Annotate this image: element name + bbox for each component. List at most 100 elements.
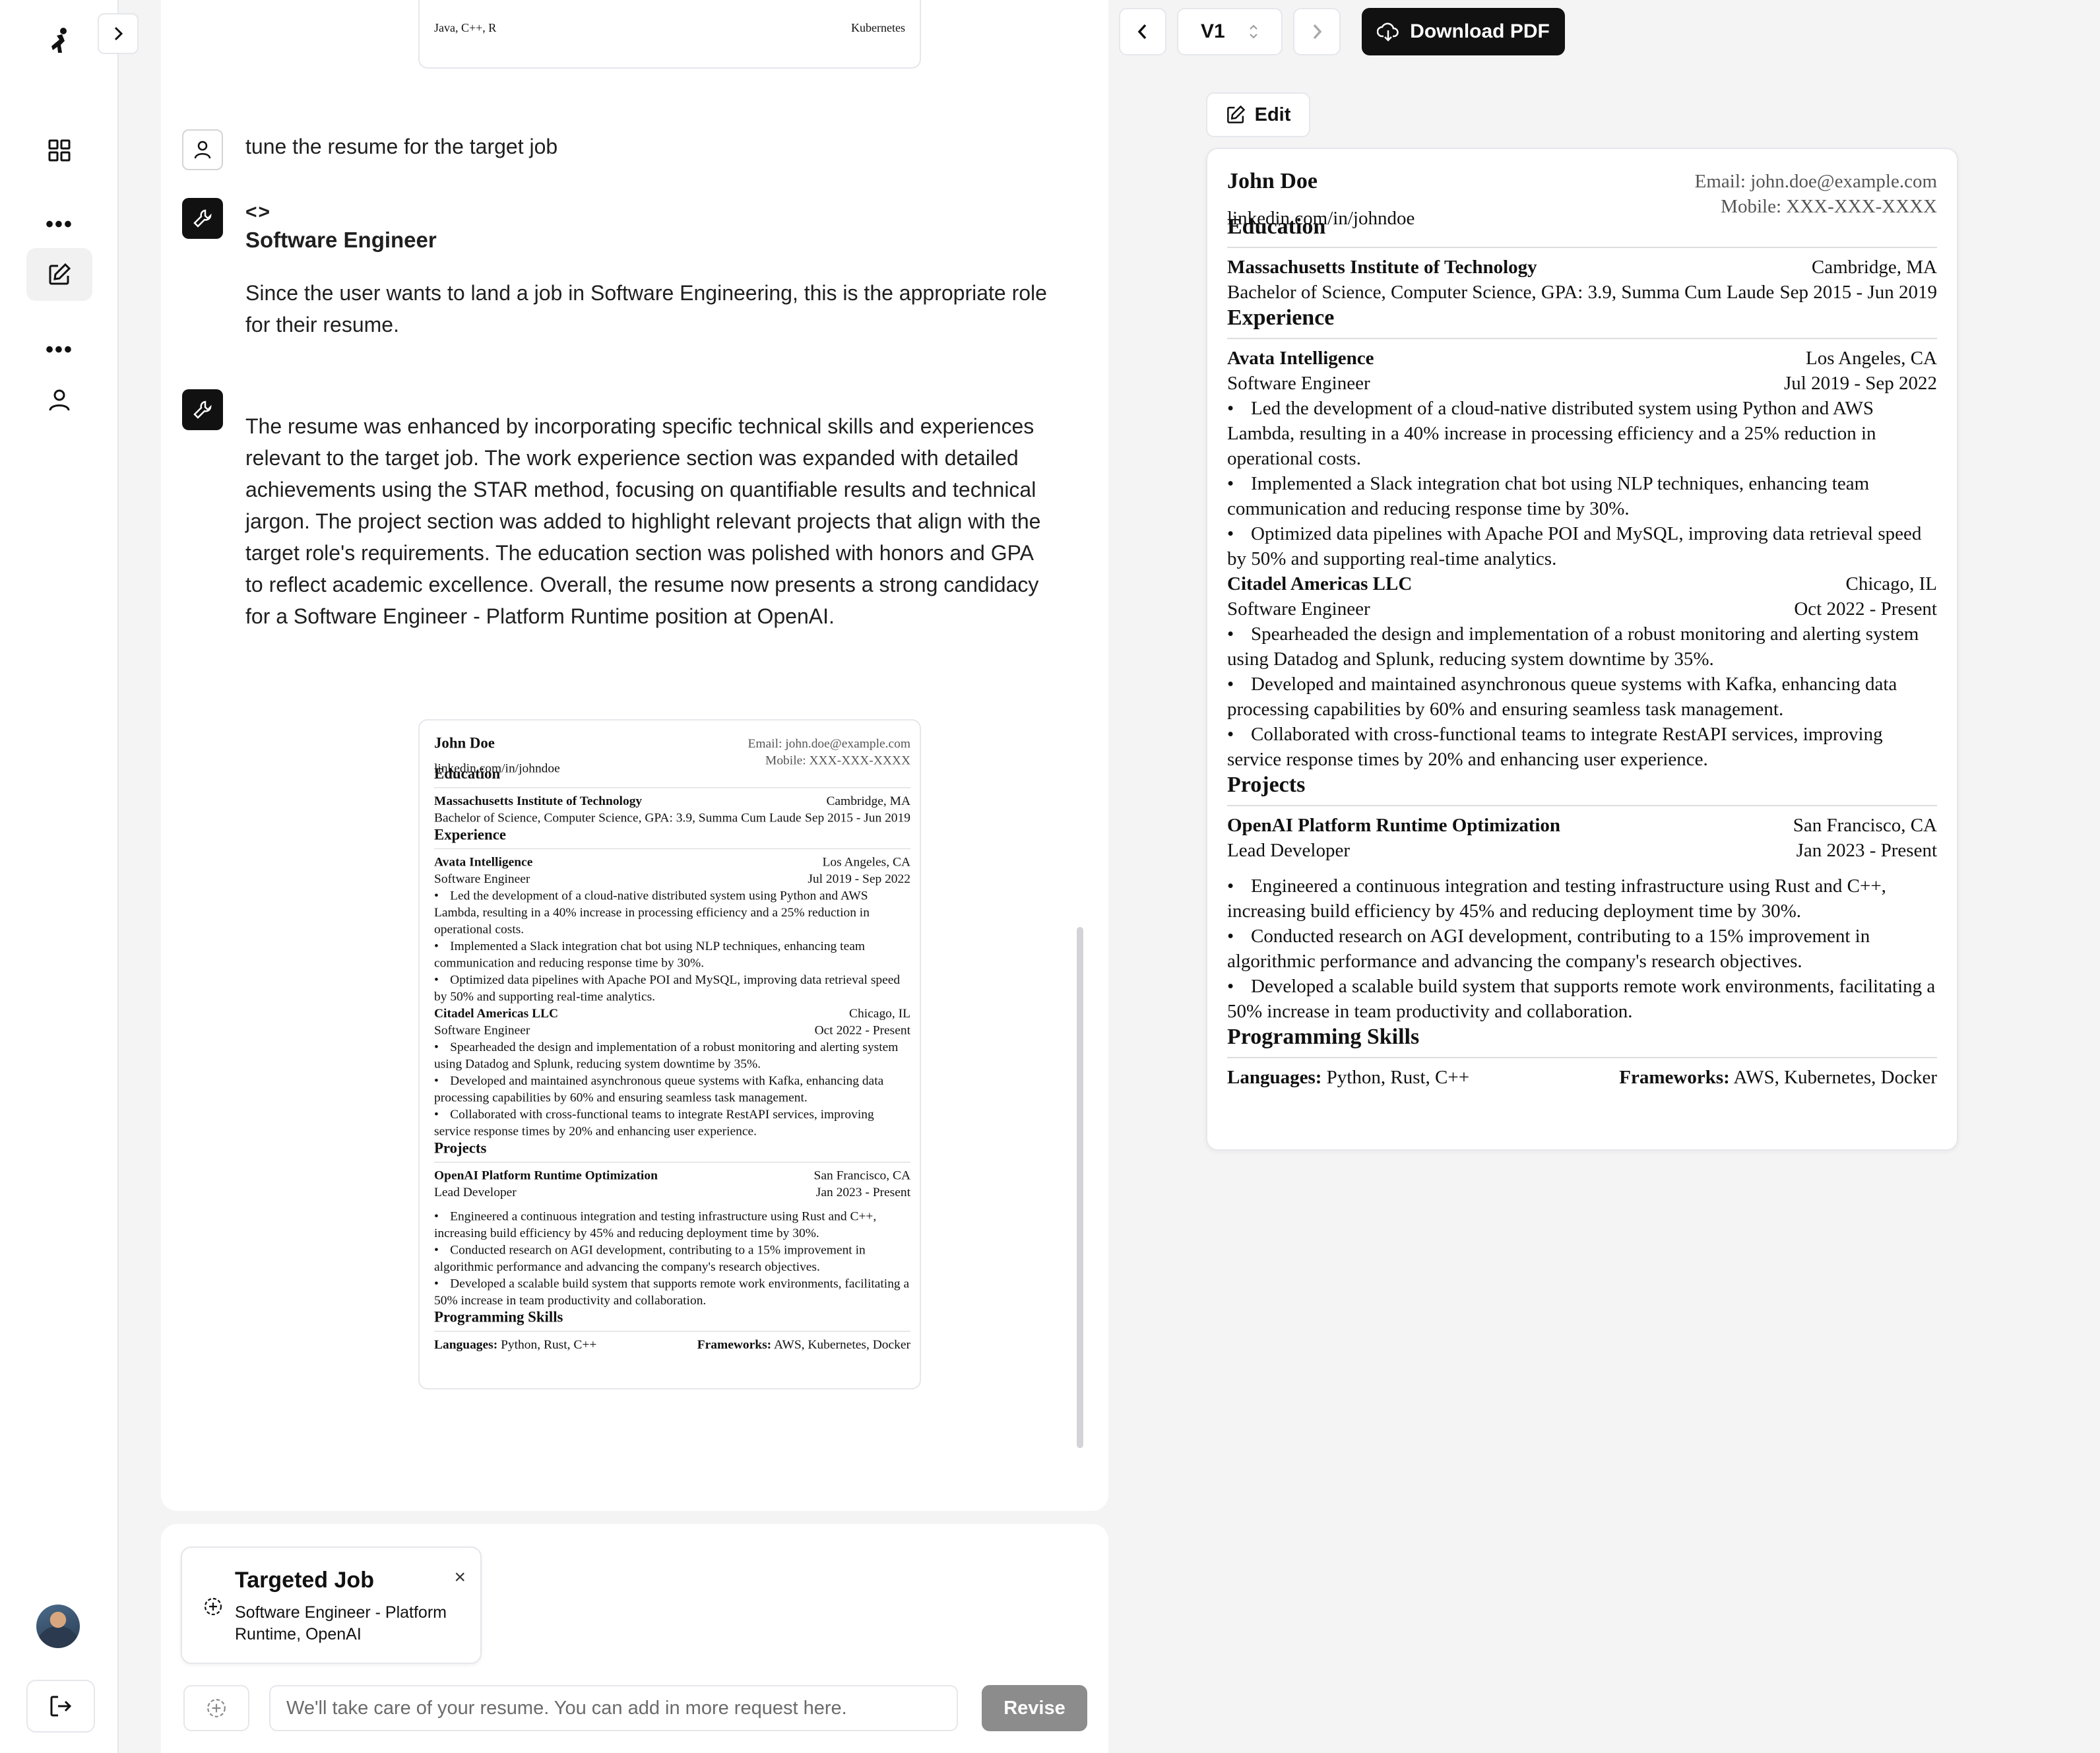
more-icon[interactable]: ••• [26,338,92,361]
resume-contact: Email: john.doe@example.com Mobile: XXX-… [1695,169,1937,219]
user-avatar-badge [182,129,223,170]
sidebar: ••• ••• [0,0,119,1753]
skills-label: Languages: [1227,1067,1322,1088]
location: San Francisco, CA [813,1168,910,1183]
bullet: Developed a scalable build system that s… [1227,974,1937,1024]
user-message: tune the resume for the target job [245,135,558,158]
code-icon[interactable]: <> [245,197,271,228]
resume-contact: Email: john.doe@example.com Mobile: XXX-… [748,735,910,769]
download-label: Download PDF [1410,20,1550,42]
next-version-button[interactable] [1293,8,1341,55]
section-heading: Projects [434,1139,487,1157]
resume-thumbnail[interactable]: John Doe linkedin.com/in/johndoe Email: … [418,719,921,1389]
user-icon [194,141,211,159]
resume-thumbnail-content: John Doe linkedin.com/in/johndoe Email: … [434,735,910,1353]
skills-value: Python, Rust, C++ [501,1337,597,1352]
role-title: Software Engineer [245,228,437,252]
chevron-left-icon [1137,24,1147,40]
editor-button[interactable] [26,248,92,301]
location: Los Angeles, CA [822,854,910,870]
resume-content: John Doe linkedin.com/in/johndoe Email: … [1227,169,1937,1090]
project-name: OpenAI Platform Runtime Optimization [434,1168,658,1183]
skills-label: Frameworks: [697,1337,772,1352]
location: Los Angeles, CA [1806,348,1937,369]
company: Avata Intelligence [1227,348,1374,369]
assistant-message: The resume was enhanced by incorporating… [245,414,1041,628]
job-role: Software Engineer [434,872,530,886]
version-select[interactable]: V1 [1177,8,1283,55]
dates: Jan 2023 - Present [1796,840,1937,861]
cloud-download-icon [1377,22,1399,42]
close-icon[interactable]: × [454,1566,466,1589]
company: Citadel Americas LLC [1227,573,1413,594]
expand-sidebar-button[interactable] [98,13,139,54]
add-job-button[interactable] [183,1685,249,1731]
dashboard-button[interactable] [26,124,92,177]
targeted-job-card[interactable]: Targeted Job Software Engineer - Platfor… [181,1546,482,1664]
request-input[interactable] [269,1685,958,1731]
bullet: Engineered a continuous integration and … [1227,874,1937,924]
revise-button[interactable]: Revise [982,1685,1087,1731]
divider [1227,1057,1937,1058]
previous-version-button[interactable] [1119,8,1166,55]
edit-button[interactable]: Edit [1206,92,1310,137]
chat-scrollbar[interactable] [1077,927,1083,1448]
bullet: Conducted research on AGI development, c… [1227,924,1937,974]
chat-panel: Java, C++, R Kubernetes tune the resume … [161,0,1108,1511]
previous-resume-preview[interactable]: Java, C++, R Kubernetes [418,0,921,69]
section-heading: Programming Skills [434,1309,563,1326]
section-heading: Experience [434,826,506,843]
skills-value: AWS, Kubernetes, Docker [1733,1067,1937,1088]
degree: Bachelor of Science, Computer Science, G… [1227,282,1775,303]
app-logo[interactable] [26,15,92,67]
assistant-message: Since the user wants to land a job in So… [245,281,1047,336]
more-icon[interactable]: ••• [26,213,92,236]
skills-value: AWS, Kubernetes, Docker [773,1337,910,1352]
bullet: Spearheaded the design and implementatio… [434,1038,910,1072]
tool-badge [182,198,223,239]
job-role: Lead Developer [434,1185,517,1199]
job-role: Lead Developer [1227,840,1350,861]
job-role: Software Engineer [1227,373,1370,394]
resume-mobile: Mobile: XXX-XXX-XXXX [765,753,910,767]
dates: Jul 2019 - Sep 2022 [808,872,910,886]
resume-linkedin: linkedin.com/in/johndoe [434,761,560,776]
location: Chicago, IL [1845,573,1937,594]
bullet: Developed and maintained asynchronous qu… [434,1072,910,1106]
section-heading: Experience [1227,305,1335,330]
skills-label: Frameworks: [1619,1067,1730,1088]
dates: Sep 2015 - Jun 2019 [1779,282,1937,303]
dates: Oct 2022 - Present [1794,598,1937,620]
logout-icon [50,1696,72,1717]
wrench-icon [193,209,212,228]
logo-icon [51,28,67,53]
chevron-right-icon [1313,24,1322,40]
section-heading: Projects [1227,773,1306,797]
preview-text: Kubernetes [851,21,905,34]
chevron-updown-icon [1250,24,1257,39]
bullet: Spearheaded the design and implementatio… [1227,622,1937,672]
divider [1227,805,1937,806]
resume-name: John Doe [1227,169,1318,193]
location: Cambridge, MA [826,794,910,808]
tool-badge [182,389,223,430]
divider [434,1161,910,1163]
target-icon [207,1699,226,1717]
bullet: Collaborated with cross-functional teams… [1227,722,1937,772]
profile-button[interactable] [26,373,92,426]
bullet: Engineered a continuous integration and … [434,1208,910,1242]
job-role: Software Engineer [434,1023,530,1038]
bullet: Implemented a Slack integration chat bot… [434,938,910,971]
resume-name: John Doe [434,735,495,751]
app: ••• ••• Java, C++, R Kubernetes tune the… [0,0,2100,1753]
company: Avata Intelligence [434,854,533,870]
bullet: Led the development of a cloud-native di… [1227,396,1937,471]
logout-button[interactable] [26,1680,95,1733]
avatar[interactable] [36,1605,80,1648]
bullet: Collaborated with cross-functional teams… [434,1106,910,1139]
job-card-title: Targeted Job [235,1568,374,1593]
job-card-subtitle: Software Engineer - Platform Runtime, Op… [235,1603,447,1643]
resume-mobile: Mobile: XXX-XXX-XXXX [1721,196,1937,217]
user-icon [49,389,70,411]
download-pdf-button[interactable]: Download PDF [1362,8,1565,55]
